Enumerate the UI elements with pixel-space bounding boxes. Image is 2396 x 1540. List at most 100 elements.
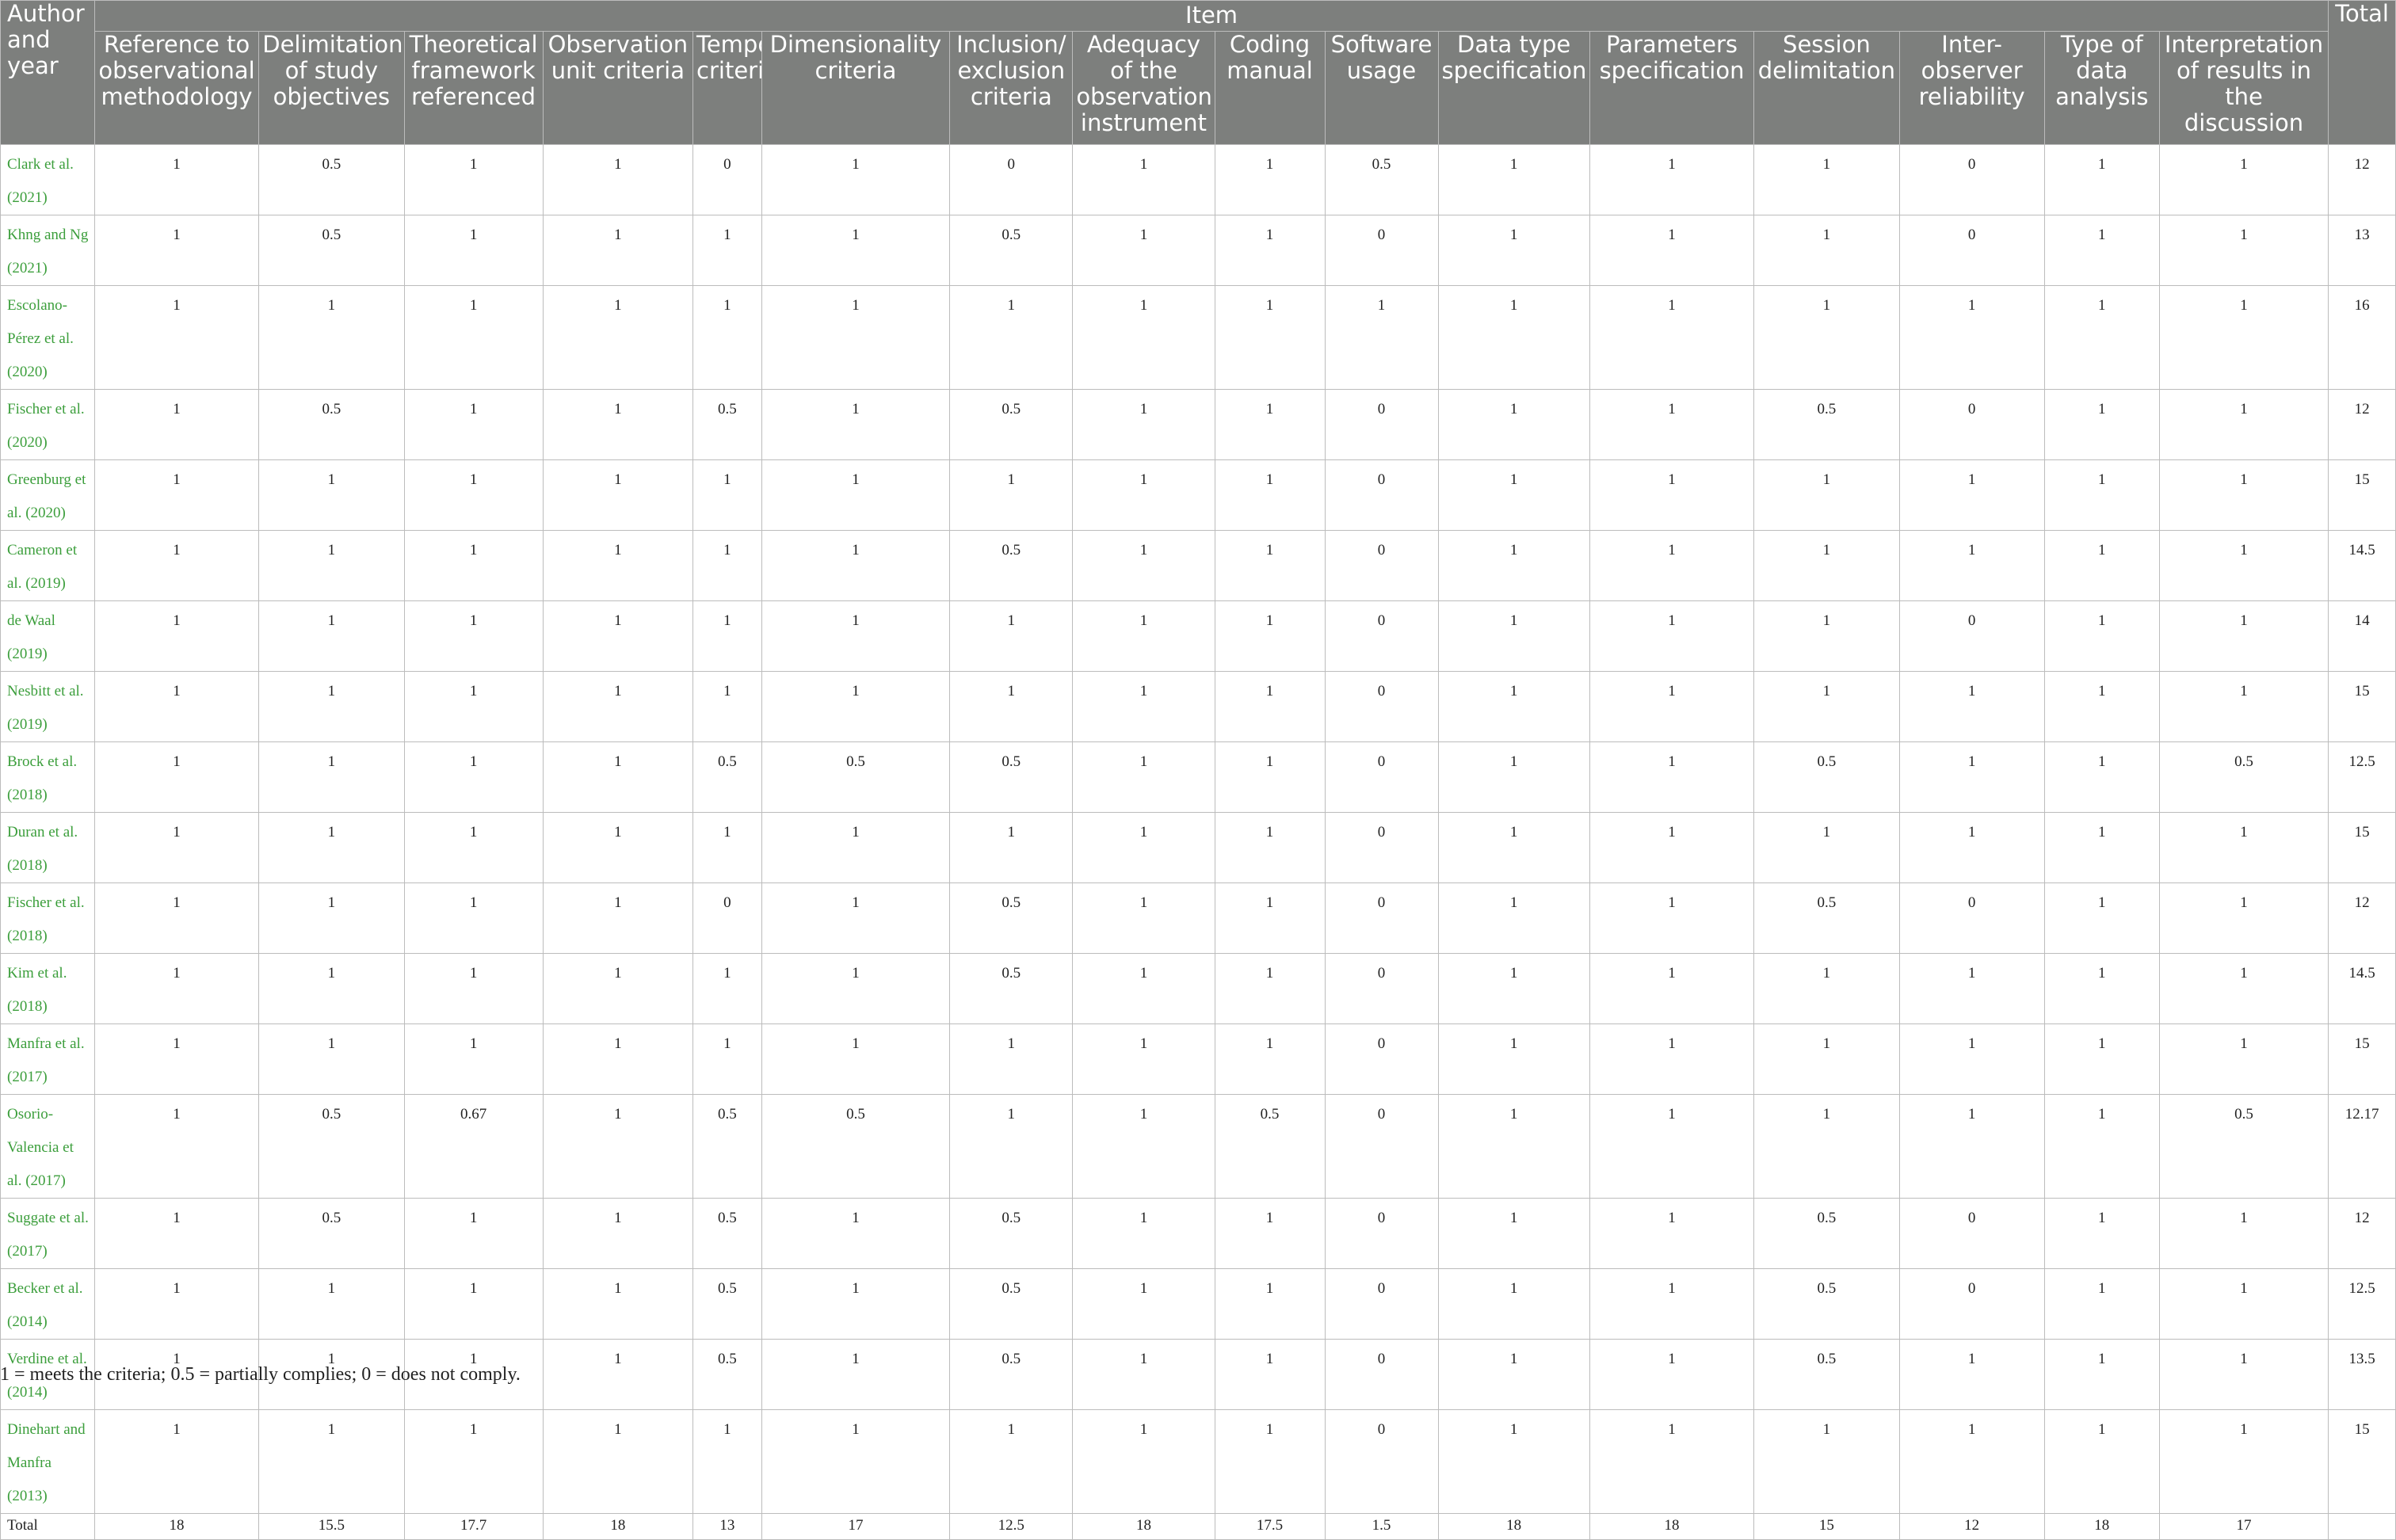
score-cell: 1 xyxy=(1753,530,1900,601)
score-cell: 1 xyxy=(761,882,951,954)
score-cell: 1 xyxy=(1589,459,1755,531)
score-cell: 1 xyxy=(1437,285,1590,390)
score-cell: 1 xyxy=(1072,671,1215,742)
score-cell: 0.5 xyxy=(949,1339,1074,1410)
score-cell: 1 xyxy=(1437,812,1590,883)
score-cell: 1 xyxy=(1072,1094,1215,1199)
score-cell: 1 xyxy=(1753,459,1900,531)
score-cell: 1 xyxy=(2158,1339,2329,1410)
table-row: Kim et al. (2018) 1 1 1 1 1 1 0.5 1 1 0 1 1 1 1 1 1 14.5 xyxy=(0,953,2396,1024)
score-cell: 1 xyxy=(93,1023,260,1095)
score-cell: 1 xyxy=(403,882,544,954)
row-total-cell: 15 xyxy=(2328,1409,2396,1514)
score-cell: 1 xyxy=(1072,812,1215,883)
table-footnote: 1 = meets the criteria; 0.5 = partially … xyxy=(0,1364,521,1385)
score-cell: 1 xyxy=(1589,953,1755,1024)
author-cell: Osorio-Valencia et al. (2017) xyxy=(0,1094,95,1199)
score-cell: 1 xyxy=(542,812,694,883)
score-cell: 1 xyxy=(1214,389,1326,460)
score-cell: 1 xyxy=(761,1268,951,1340)
score-cell: 0.5 xyxy=(258,215,405,286)
score-cell: 0 xyxy=(1324,1268,1439,1340)
column-total-cell: 17.7 xyxy=(403,1513,544,1540)
row-total-cell: 12 xyxy=(2328,389,2396,460)
score-cell: 1 xyxy=(1898,741,2045,813)
score-cell: 1 xyxy=(949,1023,1074,1095)
score-cell: 0 xyxy=(1324,530,1439,601)
score-cell: 1 xyxy=(258,953,405,1024)
score-cell: 1 xyxy=(1214,600,1326,672)
row-total-cell: 12 xyxy=(2328,882,2396,954)
score-cell: 1 xyxy=(403,1023,544,1095)
score-cell: 0 xyxy=(1324,812,1439,883)
score-cell: 1 xyxy=(2043,459,2160,531)
score-cell: 1 xyxy=(1214,1198,1326,1269)
score-cell: 1 xyxy=(403,1409,544,1514)
score-cell: 1 xyxy=(761,285,951,390)
score-cell: 1 xyxy=(1898,953,2045,1024)
score-cell: 1 xyxy=(1589,1023,1755,1095)
score-cell: 1 xyxy=(258,1268,405,1340)
score-cell: 1 xyxy=(1072,144,1215,215)
table-row: Suggate et al. (2017) 1 0.5 1 1 0.5 1 0.5 1 1 0 1 1 0… xyxy=(0,1198,2396,1269)
score-cell: 0.5 xyxy=(1753,1268,1900,1340)
author-cell: Fischer et al. (2018) xyxy=(0,882,95,954)
score-cell: 1 xyxy=(1072,389,1215,460)
score-cell: 1 xyxy=(1437,215,1590,286)
score-cell: 1 xyxy=(2043,215,2160,286)
score-cell: 0.5 xyxy=(1753,882,1900,954)
score-cell: 1 xyxy=(258,812,405,883)
score-cell: 1 xyxy=(403,285,544,390)
score-cell: 1 xyxy=(542,1094,694,1199)
score-cell: 1 xyxy=(542,953,694,1024)
column-total-cell: 12 xyxy=(1898,1513,2045,1540)
score-cell: 0.5 xyxy=(692,389,762,460)
author-cell: Brock et al. (2018) xyxy=(0,741,95,813)
score-cell: 1 xyxy=(93,144,260,215)
score-cell: 1 xyxy=(692,600,762,672)
score-cell: 1 xyxy=(1072,1339,1215,1410)
score-cell: 1 xyxy=(761,953,951,1024)
score-cell: 0 xyxy=(1898,600,2045,672)
score-cell: 1 xyxy=(2043,144,2160,215)
score-cell: 1 xyxy=(93,215,260,286)
author-cell: Escolano-Pérez et al. (2020) xyxy=(0,285,95,390)
column-total-cell: 18 xyxy=(1072,1513,1215,1540)
score-cell: 1 xyxy=(2158,882,2329,954)
score-cell: 1 xyxy=(1753,671,1900,742)
column-total-cell: 13 xyxy=(692,1513,762,1540)
score-cell: 1 xyxy=(403,530,544,601)
score-cell: 1 xyxy=(1753,1094,1900,1199)
column-total-cell: 18 xyxy=(1437,1513,1590,1540)
score-cell: 1 xyxy=(1898,285,2045,390)
author-cell: Khng and Ng (2021) xyxy=(0,215,95,286)
score-cell: 1 xyxy=(1589,144,1755,215)
score-cell: 1 xyxy=(2043,953,2160,1024)
score-cell: 1 xyxy=(1214,1023,1326,1095)
score-cell: 0 xyxy=(1324,600,1439,672)
score-cell: 1 xyxy=(1589,671,1755,742)
table-row: Khng and Ng (2021) 1 0.5 1 1 1 1 0.5 1 1 0 1 1 1 0 1 1 13 xyxy=(0,215,2396,286)
score-cell: 1 xyxy=(1589,1339,1755,1410)
item-column-header: Adequacy of the observation instrument xyxy=(1072,31,1215,145)
score-cell: 1 xyxy=(1753,215,1900,286)
column-total-cell: 17.5 xyxy=(1214,1513,1326,1540)
score-cell: 1 xyxy=(1898,459,2045,531)
score-cell: 1 xyxy=(1898,530,2045,601)
score-cell: 1 xyxy=(1589,1198,1755,1269)
score-cell: 1 xyxy=(93,1094,260,1199)
score-cell: 1 xyxy=(1589,741,1755,813)
score-cell: 1 xyxy=(542,215,694,286)
score-cell: 1 xyxy=(1437,1094,1590,1199)
score-cell: 1 xyxy=(403,953,544,1024)
score-cell: 1 xyxy=(93,741,260,813)
score-cell: 0.5 xyxy=(258,1094,405,1199)
row-total-cell: 12 xyxy=(2328,1198,2396,1269)
table-row: Duran et al. (2018) 1 1 1 1 1 1 1 1 1 0 1 1 1 1 1 1 15 xyxy=(0,812,2396,883)
author-cell: de Waal (2019) xyxy=(0,600,95,672)
score-cell: 0.5 xyxy=(949,215,1074,286)
score-cell: 1 xyxy=(692,671,762,742)
item-column-header: Inter-observer reliability xyxy=(1898,31,2045,145)
score-cell: 1 xyxy=(761,1023,951,1095)
score-cell: 1 xyxy=(949,1409,1074,1514)
